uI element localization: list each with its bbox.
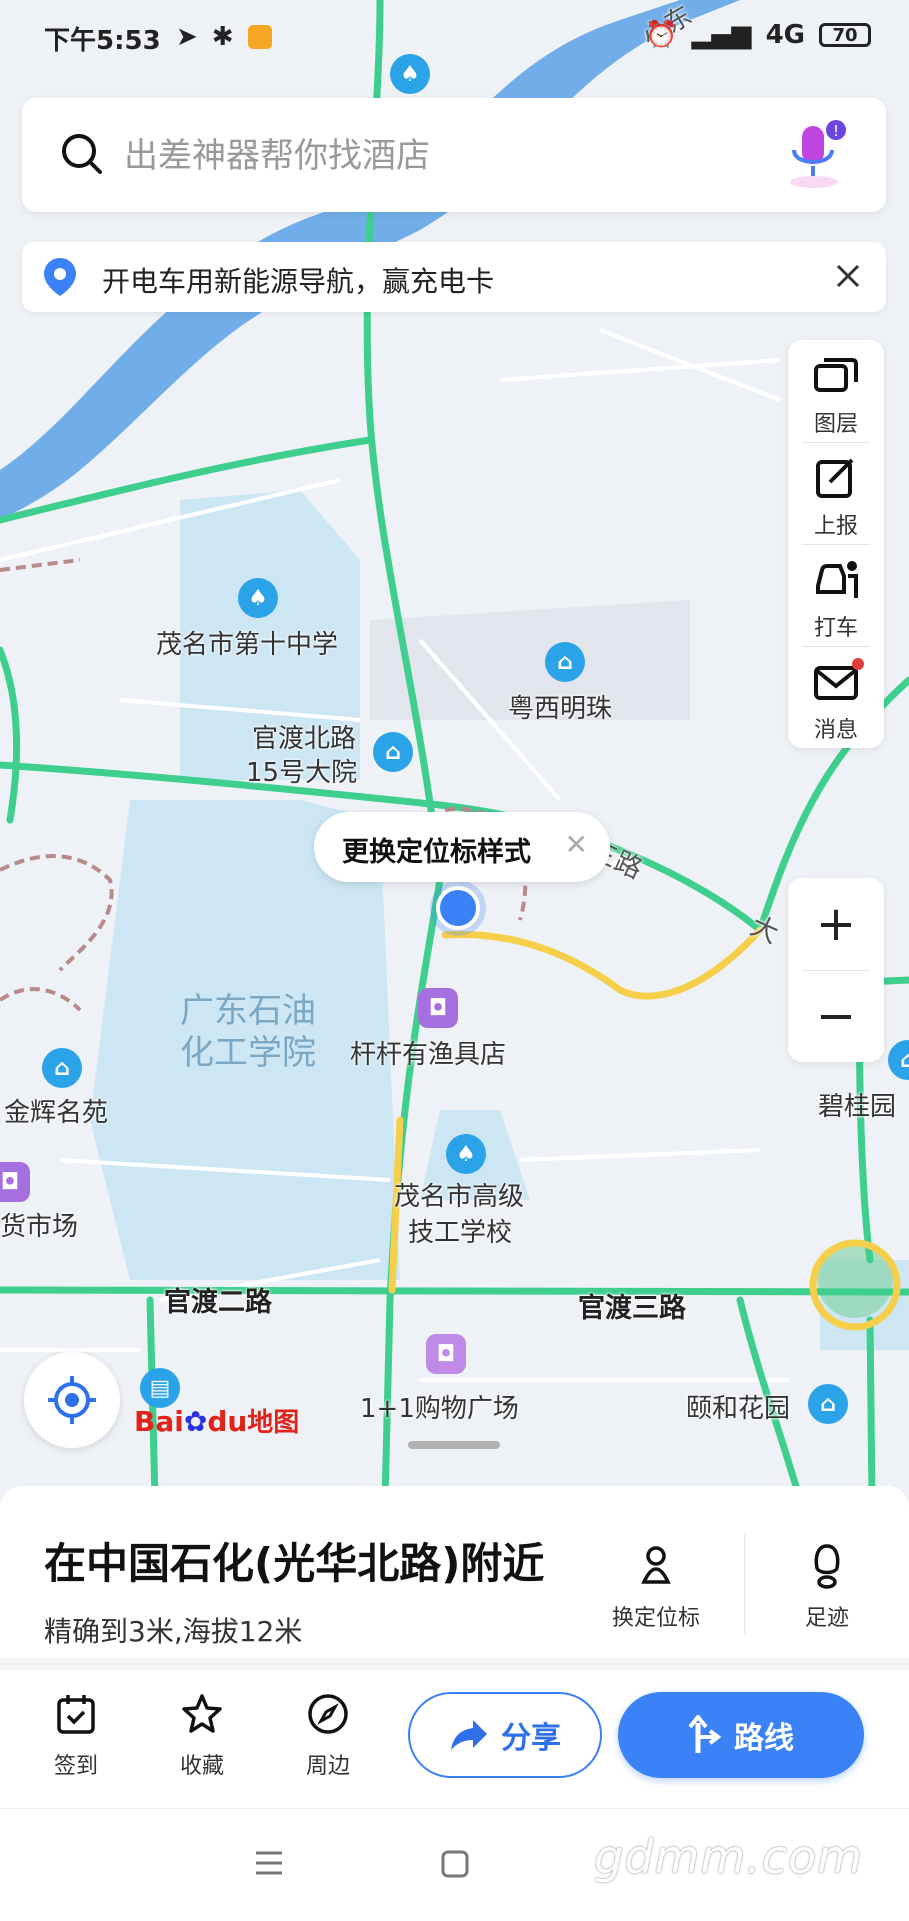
poi-label-mall: 1+1购物广场 bbox=[360, 1394, 519, 1424]
network-type: 4G bbox=[765, 20, 805, 50]
poi-label-fishing: 杆杆有渔具店 bbox=[350, 1040, 507, 1070]
banner-text: 开电车用新能源导航，赢充电卡 bbox=[102, 265, 495, 298]
svg-text:!: ! bbox=[833, 122, 839, 140]
zoom-in-button[interactable]: + bbox=[788, 878, 884, 970]
zoom-out-button[interactable]: − bbox=[788, 970, 884, 1062]
tool-message[interactable]: 消息 bbox=[788, 646, 884, 748]
checkin-icon bbox=[57, 1695, 95, 1734]
school-poi-icon[interactable]: ♠ bbox=[446, 1134, 486, 1174]
location-accuracy: 精确到3米,海拔12米 bbox=[44, 1615, 303, 1648]
bluetooth-icon: ✱ bbox=[211, 22, 234, 52]
location-title: 在中国石化(光华北路)附近 bbox=[44, 1539, 545, 1588]
locate-me-button[interactable] bbox=[24, 1352, 120, 1448]
poi-label-technical: 茂名市高级 bbox=[394, 1182, 525, 1212]
notification-app-icon bbox=[247, 25, 272, 49]
poi-label-school10: 茂名市第十中学 bbox=[156, 630, 339, 660]
shop-poi-icon[interactable]: ◘ bbox=[418, 988, 458, 1028]
crosshair-icon bbox=[48, 1376, 96, 1424]
poi-label-technical: 技工学校 bbox=[408, 1218, 513, 1248]
route-button[interactable]: 路线 bbox=[618, 1692, 864, 1778]
search-icon bbox=[62, 134, 102, 174]
menu-icon[interactable] bbox=[254, 1849, 284, 1877]
status-time: 下午5:53 bbox=[44, 26, 161, 56]
tool-taxi[interactable]: 打车 bbox=[788, 544, 884, 646]
paw-icon: ✿ bbox=[183, 1405, 208, 1438]
residence-poi-icon[interactable]: ⌂ bbox=[373, 732, 413, 772]
area-label-university: 广东石油 bbox=[180, 991, 316, 1031]
map-toolbar: 图层 上报 打车 消息 bbox=[788, 340, 884, 748]
action-label: 收藏 bbox=[179, 1754, 224, 1779]
residence-poi-icon[interactable]: ⌂ bbox=[545, 642, 585, 682]
tool-label: 消息 bbox=[813, 718, 858, 743]
poi-label-jinhui: 金辉名苑 bbox=[4, 1098, 109, 1128]
ev-navigation-banner[interactable]: 开电车用新能源导航，赢充电卡 bbox=[22, 242, 886, 312]
road-label-guandu2: 官渡二路 bbox=[164, 1287, 272, 1318]
footprint-icon bbox=[814, 1544, 840, 1589]
location-marker-icon bbox=[641, 1546, 671, 1584]
mall-poi-icon[interactable]: ◘ bbox=[426, 1334, 466, 1374]
message-icon bbox=[814, 658, 864, 700]
poi-label-yuexi: 粤西明珠 bbox=[508, 694, 613, 724]
action-label: 签到 bbox=[53, 1754, 98, 1779]
compass-icon bbox=[308, 1694, 348, 1734]
watermark: gdmm.com bbox=[594, 1830, 863, 1884]
tool-label: 图层 bbox=[813, 412, 858, 437]
signal-icon: ▂▄▆ bbox=[691, 20, 752, 50]
close-icon[interactable] bbox=[830, 258, 866, 294]
checkin-button[interactable]: 签到 bbox=[34, 1692, 118, 1780]
area-label-university: 化工学院 bbox=[180, 1033, 316, 1073]
status-bar: 下午5:53 ➤ ✱ ⏰ ▂▄▆ 4G 70 bbox=[0, 0, 909, 80]
poi-label-guandu15: 15号大院 bbox=[246, 758, 358, 788]
action-label: 足迹 bbox=[804, 1606, 849, 1631]
poi-label-yihe: 颐和花园 bbox=[686, 1394, 791, 1424]
location-arrow-icon: ➤ bbox=[176, 22, 198, 52]
share-label: 分享 bbox=[501, 1721, 561, 1756]
map-canvas bbox=[0, 0, 909, 1500]
tool-label: 上报 bbox=[813, 514, 858, 539]
school-poi-icon[interactable]: ♠ bbox=[238, 578, 278, 618]
search-placeholder: 出差神器帮你找酒店 bbox=[124, 136, 430, 176]
baidu-map-logo: Bai✿du地图 bbox=[134, 1405, 300, 1438]
residence-poi-icon[interactable]: ⌂ bbox=[808, 1384, 848, 1424]
close-icon[interactable]: ✕ bbox=[565, 828, 588, 861]
report-icon bbox=[816, 458, 854, 498]
zoom-controls: + − bbox=[788, 878, 884, 1062]
search-bar[interactable]: 出差神器帮你找酒店 ! bbox=[22, 98, 886, 212]
residence-poi-icon[interactable]: ⌂ bbox=[42, 1048, 82, 1088]
current-location-marker[interactable] bbox=[436, 886, 480, 930]
poi-label-market: 货市场 bbox=[0, 1212, 79, 1242]
change-marker-button[interactable]: 换定位标 bbox=[606, 1542, 706, 1632]
tool-report[interactable]: 上报 bbox=[788, 442, 884, 544]
share-arrow-icon bbox=[451, 1720, 487, 1750]
map-view[interactable]: ♠ ♠ ⌂ ⌂ ◘ ⌂ ◘ ♠ ⌂ ◘ ▤ ⌂ 小东 茂名市第十中学 粤西明珠 … bbox=[0, 0, 909, 1500]
poi-label-biguiyuan: 碧桂园 bbox=[818, 1092, 897, 1122]
layers-icon bbox=[814, 358, 858, 392]
home-icon[interactable] bbox=[440, 1849, 470, 1879]
tooltip-text: 更换定位标样式 bbox=[342, 837, 531, 868]
tool-label: 打车 bbox=[813, 616, 858, 641]
star-icon bbox=[182, 1694, 222, 1733]
location-pin-icon bbox=[44, 258, 76, 296]
taxi-icon bbox=[816, 561, 858, 598]
shop-poi-icon[interactable]: ◘ bbox=[0, 1162, 30, 1202]
tool-layers[interactable]: 图层 bbox=[788, 340, 884, 442]
nearby-button[interactable]: 周边 bbox=[286, 1692, 370, 1780]
alarm-icon: ⏰ bbox=[645, 20, 678, 50]
road-label-guandu3: 官渡三路 bbox=[578, 1293, 686, 1324]
marker-style-tooltip[interactable]: 更换定位标样式 ✕ bbox=[314, 812, 610, 882]
voice-mic-icon[interactable]: ! bbox=[784, 118, 848, 192]
footprint-button[interactable]: 足迹 bbox=[782, 1542, 872, 1632]
sheet-drag-handle[interactable] bbox=[408, 1441, 500, 1449]
battery-icon: 70 bbox=[819, 23, 871, 47]
poi-label-guandu15: 官渡北路 bbox=[252, 724, 357, 754]
action-label: 换定位标 bbox=[611, 1606, 700, 1631]
favorite-button[interactable]: 收藏 bbox=[160, 1692, 244, 1780]
route-label: 路线 bbox=[734, 1721, 794, 1756]
share-button[interactable]: 分享 bbox=[408, 1692, 602, 1778]
action-label: 周边 bbox=[305, 1754, 350, 1779]
route-icon bbox=[688, 1715, 722, 1753]
